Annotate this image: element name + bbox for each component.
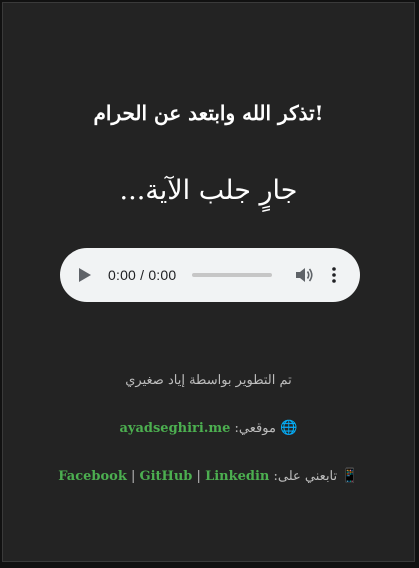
globe-icon: 🌐: [280, 420, 298, 436]
phone-icon: 📱: [341, 468, 359, 484]
more-options-icon[interactable]: [329, 265, 339, 285]
separator: |: [196, 469, 201, 484]
credit-prefix: تم التطوير بواسطة: [189, 373, 292, 388]
website-link[interactable]: ayadseghiri.me: [119, 421, 230, 436]
website-label: موقعي:: [234, 421, 276, 436]
play-icon[interactable]: [78, 267, 92, 283]
facebook-link[interactable]: Facebook: [58, 469, 127, 484]
verse-loading-text: جارٍ جلب الآية...: [119, 175, 298, 206]
social-links: Facebook | GitHub | Linkedin: [58, 469, 269, 484]
developer-credit: تم التطوير بواسطة إياد صغيري: [3, 373, 414, 388]
social-line: 📱 تابعني على: Facebook | GitHub | Linked…: [3, 468, 414, 484]
volume-icon[interactable]: [295, 265, 315, 285]
website-line: 🌐 موقعي: ayadseghiri.me: [3, 420, 414, 436]
app-frame: !تذكر الله وابتعد عن الحرام جارٍ جلب الآ…: [2, 2, 415, 562]
seek-bar[interactable]: [192, 273, 273, 277]
time-display: 0:00 / 0:00: [108, 267, 177, 283]
page-heading: !تذكر الله وابتعد عن الحرام: [93, 101, 324, 125]
linkedin-link[interactable]: Linkedin: [205, 469, 269, 484]
audio-player[interactable]: 0:00 / 0:00: [60, 248, 360, 302]
social-label: تابعني على:: [273, 469, 338, 484]
developer-name: إياد صغيري: [125, 373, 185, 388]
github-link[interactable]: GitHub: [140, 469, 193, 484]
separator: |: [130, 469, 136, 484]
